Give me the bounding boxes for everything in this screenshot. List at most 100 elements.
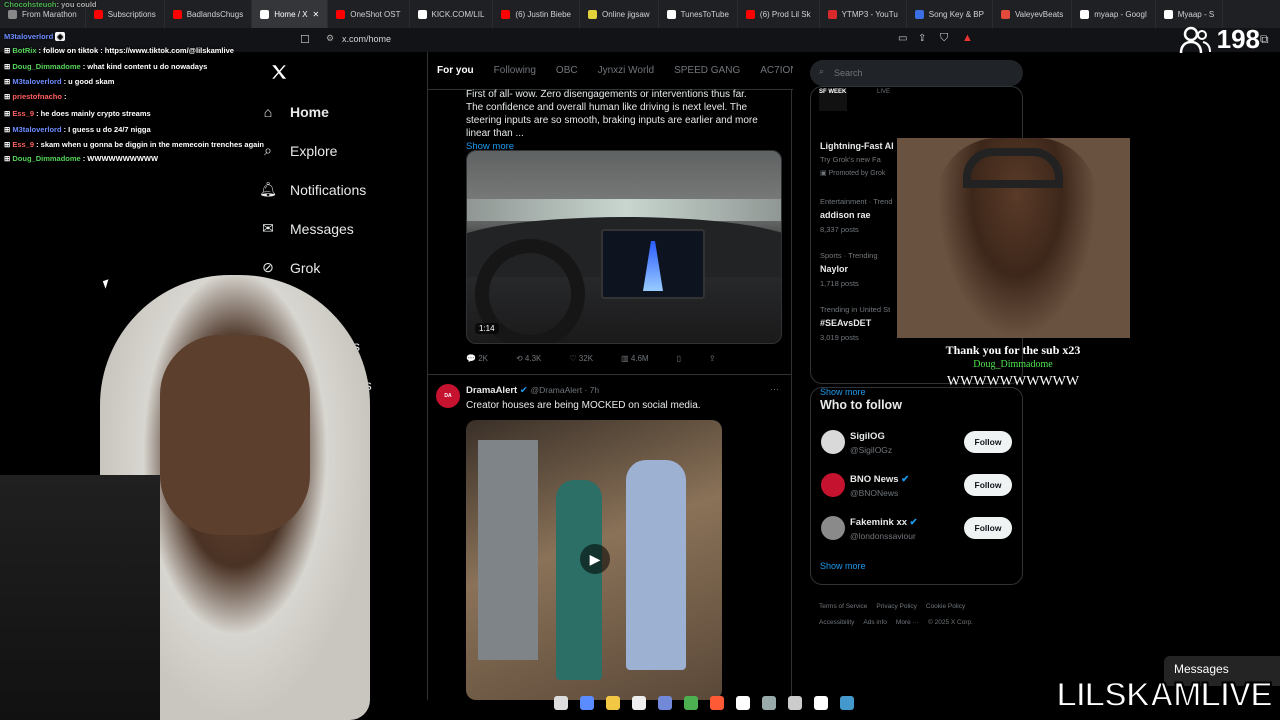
footer-link[interactable]: More ···	[896, 619, 919, 626]
share-icon[interactable]: ⇪	[918, 33, 926, 44]
nav-item-explore[interactable]: ⌕ Explore	[260, 131, 425, 170]
follow-handle: @londonssaviour	[850, 531, 916, 541]
post-tesla[interactable]: First of all- wow. Zero disengagements o…	[466, 88, 766, 153]
chat-user-m3taloverlord: M3taloverlord ◈	[4, 32, 66, 41]
chat-text: : WWWWWWWWWW	[82, 154, 159, 163]
browser-tab[interactable]: (6) Justin Biebe	[493, 0, 580, 28]
follow-name[interactable]: BNO News ✔	[850, 474, 909, 485]
taskbar-app-icon[interactable]	[606, 696, 620, 710]
feed-tab[interactable]: For you	[437, 65, 474, 76]
browser-tab[interactable]: TunesToTube	[659, 0, 738, 28]
bookmark-icon[interactable]: ☐	[300, 33, 310, 46]
taskbar-app-icon[interactable]	[814, 696, 828, 710]
footer-link[interactable]: Cookie Policy	[926, 603, 965, 610]
timeline-tabs: For you Following OBC Jynxzi World SPEED GAN…	[428, 52, 793, 90]
post-more-icon[interactable]: ···	[770, 384, 779, 394]
avatar[interactable]	[821, 430, 845, 454]
browser-tab[interactable]: OneShot OST	[328, 0, 410, 28]
author-handle[interactable]: @DramaAlert · 7h	[530, 385, 599, 395]
feed-tab[interactable]: Following	[494, 65, 536, 76]
taskbar-app-icon[interactable]	[580, 696, 594, 710]
sub-alert-message: WWWWWWWWWW	[946, 374, 1080, 389]
bookmark-button[interactable]: ▯	[677, 354, 681, 363]
follow-show-more[interactable]: Show more	[820, 561, 866, 571]
nav-item-messages[interactable]: ✉ Messages	[260, 209, 425, 248]
tab-close-icon[interactable]: ✕	[313, 10, 320, 19]
browser-tab[interactable]: Song Key & BP	[907, 0, 993, 28]
share-button[interactable]: ⇪	[709, 354, 716, 363]
headphones-shape	[963, 148, 1063, 188]
views-count[interactable]: ▥ 4.6M	[621, 354, 649, 363]
tab-label: myaap - Googl	[1094, 9, 1147, 19]
trend-name[interactable]: addison rae	[820, 210, 871, 220]
taskbar-app-icon[interactable]	[710, 696, 724, 710]
trend-name[interactable]: Naylor	[820, 264, 848, 274]
sidebar-footer: Terms of Service Privacy Policy Cookie Pol…	[819, 599, 1024, 631]
feed-tab[interactable]: AC7IONHOU	[760, 65, 793, 76]
chat-username: priestofnacho	[12, 92, 62, 101]
feed-tab[interactable]: Jynxzi World	[598, 65, 655, 76]
chat-text: :	[63, 92, 67, 101]
taskbar-app-icon[interactable]	[736, 696, 750, 710]
trend-posts: 1,718 posts	[820, 279, 859, 288]
taskbar-app-icon[interactable]	[658, 696, 672, 710]
follow-button[interactable]: Follow	[964, 474, 1012, 496]
cast-icon[interactable]: ▭	[898, 33, 907, 44]
avatar[interactable]	[821, 516, 845, 540]
browser-tab[interactable]: YTMP3 - YouTu	[820, 0, 907, 28]
tab-favicon-icon	[417, 9, 427, 19]
follow-button[interactable]: Follow	[964, 517, 1012, 539]
play-icon[interactable]: ▶	[580, 544, 610, 574]
viewer-count: 198	[1179, 24, 1260, 55]
follow-name[interactable]: SigilOG	[850, 431, 885, 442]
nav-item-home[interactable]: ⌂ Home	[260, 92, 425, 131]
person-shape	[556, 480, 602, 680]
follow-button[interactable]: Follow	[964, 431, 1012, 453]
browser-tab[interactable]: myaap - Googl	[1072, 0, 1156, 28]
tab-favicon-icon	[1080, 9, 1090, 19]
avatar[interactable]	[821, 473, 845, 497]
browser-tab[interactable]: ValeyevBeats	[993, 0, 1073, 28]
footer-link[interactable]: Ads info	[863, 619, 887, 626]
feed-tab[interactable]: OBC	[556, 65, 578, 76]
footer-link[interactable]: Accessibility	[819, 619, 854, 626]
nav-label: Notifications	[290, 181, 367, 198]
footer-link[interactable]: © 2025 X Corp.	[928, 619, 973, 626]
taskbar-app-icon[interactable]	[762, 696, 776, 710]
streamer-face-shape	[160, 335, 310, 535]
taskbar-app-icon[interactable]	[840, 696, 854, 710]
trend-name[interactable]: #SEAvsDET	[820, 318, 871, 328]
chat-username: M3taloverlord	[12, 77, 62, 86]
search-input[interactable]: Search	[810, 60, 1023, 86]
taskbar-app-icon[interactable]	[684, 696, 698, 710]
x-logo-icon[interactable]	[270, 63, 290, 83]
site-info-icon[interactable]: ⚙	[326, 33, 334, 44]
footer-link[interactable]: Terms of Service	[819, 603, 867, 610]
promo-title[interactable]: Lightning-Fast AI	[820, 141, 894, 151]
repost-button[interactable]: ⟲ 4.3K	[516, 354, 541, 363]
taskbar-app-icon[interactable]	[788, 696, 802, 710]
browser-tab[interactable]: Online jigsaw	[580, 0, 659, 28]
follow-name[interactable]: Fakemink xx ✔	[850, 517, 918, 528]
post-video-tesla[interactable]: 1:14	[466, 150, 782, 344]
extensions-icon[interactable]: ⧉	[1260, 32, 1269, 47]
like-button[interactable]: ♡ 32K	[569, 354, 593, 363]
taskbar-app-icon[interactable]	[632, 696, 646, 710]
rewards-icon[interactable]: ▲	[962, 32, 973, 44]
trend-category: Trending in United St	[820, 305, 891, 314]
browser-tab[interactable]: (6) Prod Lil Sk	[738, 0, 820, 28]
browser-tab[interactable]: KICK.COM/LIL	[410, 0, 494, 28]
verified-badge-icon: ✔	[907, 517, 918, 528]
stream-chat-overlay: Chocohsteuoh: you could M3taloverlord ◈ …	[0, 0, 280, 180]
post-video-creator-house[interactable]: ▶	[466, 420, 722, 700]
url-field[interactable]: x.com/home	[342, 34, 391, 44]
promo-thumbnail: SF WEEK	[819, 89, 847, 111]
feed-tab[interactable]: SPEED GANG	[674, 65, 740, 76]
post-actions: 💬 2K ⟲ 4.3K ♡ 32K ▥ 4.6M ▯ ⇪	[466, 354, 786, 363]
footer-link[interactable]: Privacy Policy	[876, 603, 916, 610]
brave-shield-icon[interactable]: ⛉	[940, 32, 948, 45]
taskbar-app-icon[interactable]	[554, 696, 568, 710]
nav-item-notifications[interactable]: 🔔︎ Notifications	[259, 170, 425, 209]
follow-name-text: BNO News	[850, 474, 899, 485]
search-icon: ⌕	[264, 142, 272, 158]
